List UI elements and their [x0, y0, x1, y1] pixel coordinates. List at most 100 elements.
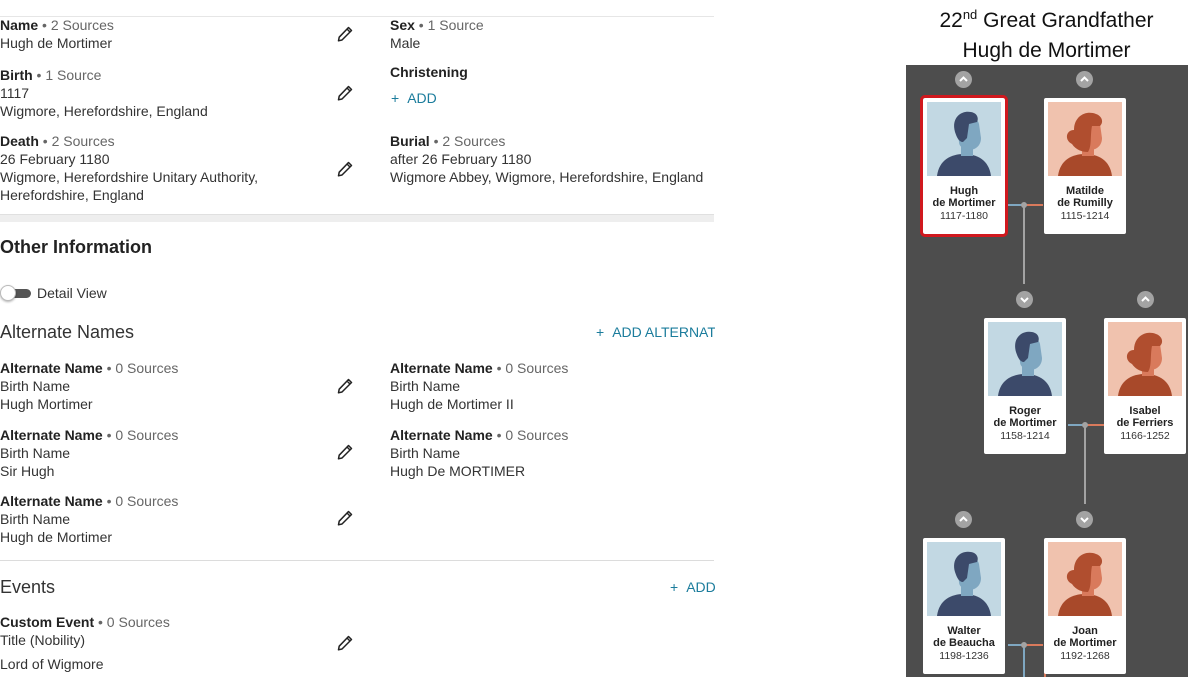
expand-parents-button[interactable] [955, 511, 972, 528]
add-event-link[interactable]: + ADD [670, 579, 715, 595]
add-alternate-link[interactable]: + ADD ALTERNATE [596, 324, 715, 340]
chevron-up-icon [1080, 76, 1089, 82]
fact-value: 26 February 1180 [0, 151, 110, 167]
edit-death-button[interactable] [336, 160, 354, 178]
person-first-name: Isabel [1129, 405, 1161, 417]
fact-value: Wigmore Abbey, Wigmore, Herefordshire, E… [390, 169, 704, 185]
person-dates: 1198-1236 [939, 650, 989, 662]
add-label: ADD ALTERNATE [612, 324, 715, 340]
person-first-name: Roger [1009, 405, 1041, 417]
events-heading: Events [0, 577, 56, 597]
fact-label: Sex [390, 17, 415, 33]
expand-parents-button[interactable] [1137, 291, 1154, 308]
chevron-down-icon [1080, 517, 1089, 523]
fact-value: Birth Name [0, 511, 71, 527]
detail-view-label: Detail View [37, 285, 107, 301]
person-last-name: de Beaucha [933, 637, 995, 649]
fact-birth: Birth • 1 Source 1117 Wigmore, Herefords… [0, 66, 208, 120]
fact-value: Wigmore, Herefordshire Unitary Authority… [0, 169, 259, 185]
alternate-name: Alternate Name • 0 Sources Birth Name Hu… [390, 359, 568, 413]
person-card[interactable]: Hugh de Mortimer 1117-1180 [920, 95, 1008, 237]
fact-value: Birth Name [390, 378, 461, 394]
detail-view-toggle[interactable] [0, 285, 31, 301]
pencil-icon [337, 635, 353, 651]
pencil-icon [337, 161, 353, 177]
ordinal-suffix: nd [962, 7, 978, 22]
person-last-name: de Rumilly [1057, 197, 1113, 209]
person-card[interactable]: Matilde de Rumilly 1115-1214 [1044, 98, 1126, 234]
fact-sources: • 1 Source [414, 17, 484, 33]
fact-value: Sir Hugh [0, 463, 55, 479]
edit-birth-button[interactable] [336, 84, 354, 102]
edit-alternate-name-button[interactable] [336, 509, 354, 527]
fact-label: Alternate Name [0, 427, 103, 443]
person-first-name: Hugh [949, 185, 979, 197]
fact-value: Hugh de Mortimer II [390, 396, 514, 412]
expand-parents-button[interactable] [1076, 71, 1093, 88]
alternate-name: Alternate Name • 0 Sources Birth Name Hu… [0, 359, 178, 413]
alternate-name: Alternate Name • 0 Sources Birth Name Hu… [0, 492, 178, 546]
fact-value: Lord of Wigmore [0, 656, 104, 672]
fact-label: Birth [0, 67, 33, 83]
female-portrait-icon [1108, 322, 1182, 396]
male-avatar [927, 542, 1001, 616]
female-avatar [1048, 102, 1122, 176]
collapse-parents-button[interactable] [1016, 291, 1033, 308]
person-card[interactable]: Walter de Beaucha 1198-1236 [923, 538, 1005, 674]
person-last-name: de Ferriers [1116, 417, 1174, 429]
male-portrait-icon [927, 542, 1001, 616]
fact-value: Hugh Mortimer [0, 396, 93, 412]
junction-dot [1021, 642, 1027, 648]
person-dates: 1158-1214 [1000, 430, 1050, 442]
chevron-up-icon [959, 76, 968, 82]
alternate-names-heading: Alternate Names [0, 322, 135, 342]
fact-value: Birth Name [0, 378, 71, 394]
person-card[interactable]: Roger de Mortimer 1158-1214 [984, 318, 1066, 454]
person-dates: 1117-1180 [940, 210, 988, 222]
edit-name-button[interactable] [336, 25, 354, 43]
fact-christening: Christening [390, 63, 468, 81]
fact-value: Male [390, 35, 421, 51]
add-christening-link[interactable]: + ADD [391, 90, 437, 106]
fact-value: Hugh De MORTIMER [390, 463, 526, 479]
plus-icon: + [391, 90, 400, 106]
fact-sex: Sex • 1 Source Male [390, 16, 484, 52]
fact-value: Hugh de Mortimer [0, 35, 113, 51]
collapse-parents-button[interactable] [1076, 511, 1093, 528]
fact-burial: Burial • 2 Sources after 26 February 118… [390, 132, 703, 186]
expand-parents-button[interactable] [955, 71, 972, 88]
person-card[interactable]: Isabel de Ferriers 1166-1252 [1104, 318, 1186, 454]
add-label: ADD [686, 579, 715, 595]
section-separator [0, 214, 714, 222]
fact-label: Alternate Name [390, 360, 493, 376]
edit-event-button[interactable] [336, 634, 354, 652]
person-last-name: de Mortimer [932, 197, 996, 209]
edit-alternate-name-button[interactable] [336, 377, 354, 395]
alternate-name: Alternate Name • 0 Sources Birth Name Si… [0, 426, 178, 480]
ancestor-name: Hugh de Mortimer [962, 39, 1131, 62]
fact-sources: • 2 Sources [38, 17, 114, 33]
fact-name: Name • 2 Sources Hugh de Mortimer [0, 16, 114, 52]
person-card[interactable]: Joan de Mortimer 1192-1268 [1044, 538, 1126, 674]
pencil-icon [337, 444, 353, 460]
fact-sources: • 2 Sources [38, 133, 115, 149]
fact-label: Alternate Name [390, 427, 493, 443]
fact-label: Custom Event [0, 614, 95, 630]
edit-alternate-name-button[interactable] [336, 443, 354, 461]
person-dates: 1166-1252 [1120, 430, 1170, 442]
female-avatar [1108, 322, 1182, 396]
fact-sources: • 0 Sources [492, 360, 569, 376]
pedigree-chart: Hugh de Mortimer 1117-1180 Matilde de Rumi… [906, 65, 1188, 677]
fact-death: Death • 2 Sources 26 February 1180 Wigmo… [0, 132, 258, 204]
female-portrait-icon [1048, 542, 1122, 616]
fact-sources: • 0 Sources [94, 614, 170, 630]
female-portrait-icon [1048, 102, 1122, 176]
person-dates: 1115-1214 [1060, 210, 1110, 222]
custom-event: Custom Event • 0 Sources Title (Nobility… [0, 613, 170, 673]
fact-label: Alternate Name [0, 360, 103, 376]
person-first-name: Joan [1072, 625, 1098, 637]
fact-label: Death [0, 133, 39, 149]
person-last-name: de Mortimer [1053, 637, 1117, 649]
male-avatar [927, 102, 1001, 176]
male-portrait-icon [988, 322, 1062, 396]
